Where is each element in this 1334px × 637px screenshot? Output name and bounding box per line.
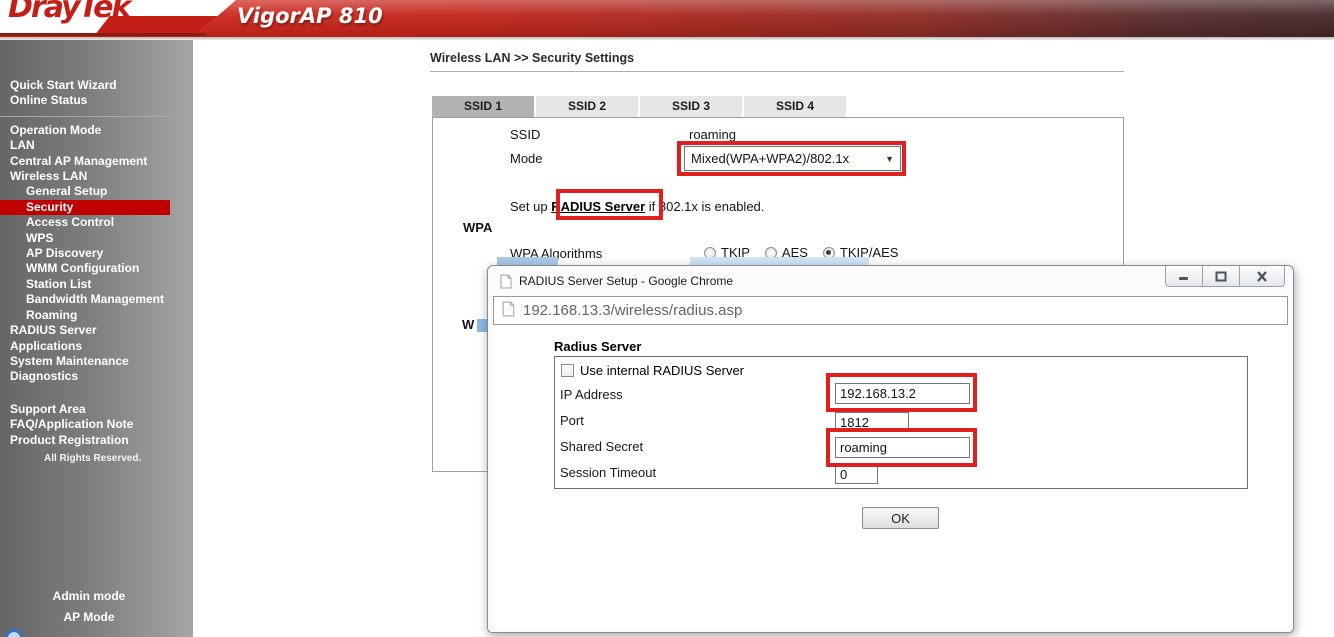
- sidebar-item-quick-start-wizard[interactable]: Quick Start Wizard: [0, 78, 193, 93]
- shared-secret-input[interactable]: [835, 437, 970, 458]
- brand-logo-text: DrayTek: [8, 0, 131, 25]
- chevron-down-icon: ▼: [885, 153, 894, 164]
- sidebar-item-operation-mode[interactable]: Operation Mode: [0, 123, 193, 138]
- sidebar-item-bandwidth-management[interactable]: Bandwidth Management: [0, 292, 193, 307]
- sidebar-item-wps[interactable]: WPS: [0, 231, 193, 246]
- sidebar-item-central-ap-management[interactable]: Central AP Management: [0, 154, 193, 169]
- sidebar-item-ap-discovery[interactable]: AP Discovery: [0, 246, 193, 261]
- product-title: VigorAP 810: [237, 4, 383, 28]
- ssid-tabs: SSID 1 SSID 2 SSID 3 SSID 4: [432, 96, 846, 117]
- sidebar-item-wireless-lan[interactable]: Wireless LAN: [0, 169, 193, 184]
- sidebar-item-wmm-configuration[interactable]: WMM Configuration: [0, 261, 193, 276]
- tab-ssid-4[interactable]: SSID 4: [744, 96, 846, 117]
- close-icon: [1257, 270, 1267, 282]
- mode-select-value: Mixed(WPA+WPA2)/802.1x: [691, 151, 850, 166]
- occluded-label-fragment: W: [462, 317, 475, 332]
- address-bar-url: 192.168.13.3/wireless/radius.asp: [523, 302, 743, 319]
- sidebar-item-online-status[interactable]: Online Status: [0, 93, 193, 108]
- sidebar-item-general-setup[interactable]: General Setup: [0, 184, 193, 199]
- session-timeout-label: Session Timeout: [560, 465, 657, 480]
- sidebar-item-roaming[interactable]: Roaming: [0, 308, 193, 323]
- shared-secret-label: Shared Secret: [560, 439, 644, 454]
- address-bar[interactable]: 192.168.13.3/wireless/radius.asp: [493, 296, 1288, 325]
- popup-title-bar[interactable]: RADIUS Server Setup - Google Chrome: [488, 266, 1293, 296]
- admin-mode-label: Admin mode: [52, 589, 126, 603]
- sidebar-item-lan[interactable]: LAN: [0, 138, 193, 153]
- radius-server-link[interactable]: RADIUS Server: [551, 199, 645, 214]
- wpa-section-label: WPA: [463, 220, 493, 235]
- rights-reserved-note: All Rights Reserved.: [44, 452, 142, 464]
- sidebar-item-access-control[interactable]: Access Control: [0, 215, 193, 230]
- ip-address-input[interactable]: [835, 383, 970, 404]
- note-suffix: if 802.1x is enabled.: [645, 199, 765, 214]
- ok-button[interactable]: OK: [862, 507, 939, 529]
- screen: DrayTek VigorAP 810 Quick Start Wizard O…: [0, 0, 1334, 637]
- radius-server-groupbox: Use internal RADIUS Server IP Address Po…: [554, 356, 1248, 489]
- page-icon: [500, 274, 512, 289]
- ssid-label: SSID: [510, 127, 541, 142]
- radius-setup-note: Set up RADIUS Server if 802.1x is enable…: [510, 199, 764, 214]
- sidebar-item-radius-server[interactable]: RADIUS Server: [0, 323, 193, 338]
- radius-popup-window: RADIUS Server Setup - Google Chrome 192.…: [487, 265, 1294, 633]
- sidebar-item-station-list[interactable]: Station List: [0, 277, 193, 292]
- sidebar-item-applications[interactable]: Applications: [0, 339, 193, 354]
- tab-ssid-2[interactable]: SSID 2: [536, 96, 638, 117]
- page-icon: [502, 301, 515, 321]
- port-input[interactable]: [835, 412, 909, 432]
- sidebar-item-faq-application-note[interactable]: FAQ/Application Note: [0, 417, 193, 432]
- minimize-button[interactable]: [1165, 266, 1203, 287]
- sidebar-item-diagnostics[interactable]: Diagnostics: [0, 369, 193, 384]
- radius-server-heading: Radius Server: [554, 339, 642, 354]
- session-timeout-input[interactable]: [835, 464, 878, 484]
- sidebar-item-security[interactable]: Security: [0, 199, 170, 216]
- banner-edge: [0, 37, 1334, 40]
- ssid-value: roaming: [689, 127, 736, 142]
- status-orb-icon: [5, 629, 23, 637]
- sidebar-divider: [0, 115, 177, 117]
- port-label: Port: [560, 413, 584, 428]
- brand-logo: DrayTek: [0, 0, 236, 33]
- maximize-icon: [1215, 271, 1227, 281]
- use-internal-radius-label: Use internal RADIUS Server: [580, 363, 744, 378]
- window-controls: [1165, 266, 1285, 287]
- tab-ssid-3[interactable]: SSID 3: [640, 96, 742, 117]
- mode-label: Mode: [510, 151, 543, 166]
- popup-title-text: RADIUS Server Setup - Google Chrome: [519, 274, 734, 288]
- sidebar-item-support-area[interactable]: Support Area: [0, 402, 193, 417]
- close-button[interactable]: [1239, 266, 1285, 287]
- sidebar: Quick Start Wizard Online Status Operati…: [0, 40, 193, 637]
- mode-select[interactable]: Mixed(WPA+WPA2)/802.1x ▼: [684, 146, 901, 171]
- logo-underline: [0, 33, 206, 36]
- tab-ssid-1[interactable]: SSID 1: [432, 96, 534, 117]
- use-internal-radius-checkbox[interactable]: [561, 364, 574, 377]
- ap-mode-link[interactable]: AP Mode: [0, 607, 178, 628]
- breadcrumb: Wireless LAN >> Security Settings: [430, 51, 635, 65]
- note-prefix: Set up: [510, 199, 552, 214]
- sidebar-item-system-maintenance[interactable]: System Maintenance: [0, 354, 193, 369]
- popup-content: Radius Server Use internal RADIUS Server…: [493, 325, 1288, 628]
- minimize-icon: [1179, 277, 1188, 280]
- sidebar-item-product-registration[interactable]: Product Registration: [0, 433, 193, 448]
- ip-address-label: IP Address: [560, 387, 623, 402]
- maximize-button[interactable]: [1202, 266, 1240, 287]
- breadcrumb-rule: [430, 71, 1124, 72]
